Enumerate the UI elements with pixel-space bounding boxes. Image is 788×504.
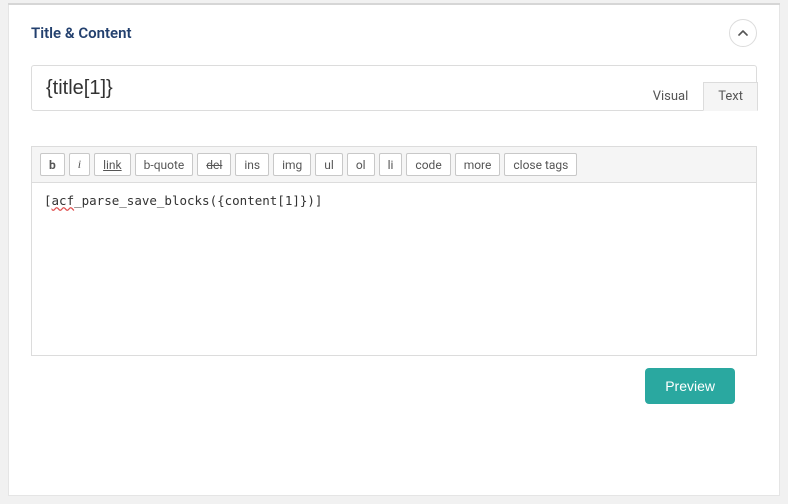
content-text: [ <box>44 193 52 208</box>
toolbar-img[interactable]: img <box>273 153 311 176</box>
panel-title: Title & Content <box>31 24 132 42</box>
editor-wrap: b i link b-quote del ins img ul ol li co… <box>31 146 757 356</box>
toolbar-bold[interactable]: b <box>40 153 65 176</box>
toolbar-link[interactable]: link <box>94 153 131 176</box>
toolbar-more[interactable]: more <box>455 153 501 176</box>
panel-footer: Preview <box>31 356 757 404</box>
content-text-rest: _parse_save_blocks({content[1]})] <box>74 193 322 208</box>
toolbar-code[interactable]: code <box>406 153 450 176</box>
collapse-toggle[interactable] <box>729 19 757 47</box>
chevron-up-icon <box>738 28 748 38</box>
toolbar-ol[interactable]: ol <box>347 153 375 176</box>
panel-header: Title & Content <box>9 5 779 55</box>
toolbar-ul[interactable]: ul <box>315 153 343 176</box>
content-text-squiggle: acf <box>52 193 75 208</box>
panel-top-border <box>8 3 780 5</box>
toolbar-del[interactable]: del <box>197 153 231 176</box>
preview-button[interactable]: Preview <box>645 368 735 404</box>
panel-body: Visual Text b i link b-quote del ins img… <box>9 55 779 422</box>
toolbar-close-tags[interactable]: close tags <box>504 153 577 176</box>
toolbar-italic[interactable]: i <box>69 153 90 176</box>
content-textarea[interactable]: [acf_parse_save_blocks({content[1]})] <box>32 183 756 355</box>
tab-text[interactable]: Text <box>703 82 758 111</box>
toolbar-li[interactable]: li <box>379 153 403 176</box>
tab-visual[interactable]: Visual <box>638 82 704 111</box>
editor-toolbar: b i link b-quote del ins img ul ol li co… <box>32 147 756 183</box>
toolbar-ins[interactable]: ins <box>235 153 269 176</box>
title-content-panel: Title & Content Visual Text b i link b-q… <box>8 4 780 496</box>
toolbar-bquote[interactable]: b-quote <box>135 153 194 176</box>
